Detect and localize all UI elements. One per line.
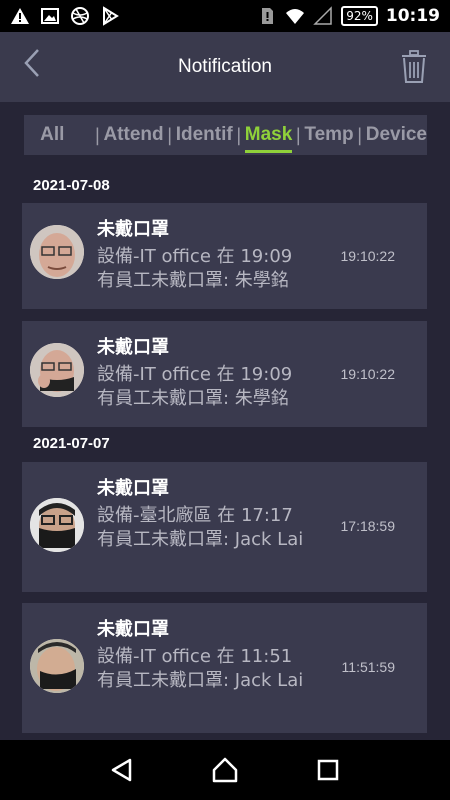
notification-line: 設備-IT office 在 19:09 <box>97 246 293 267</box>
tab-separator: | <box>356 124 363 146</box>
avatar <box>30 498 84 552</box>
play-store-icon <box>103 6 119 26</box>
notification-line: 設備-臺北廠區 在 17:17 <box>97 505 293 526</box>
clock: 10:19 <box>385 6 440 26</box>
notification-line: 有員工未戴口罩: 朱學銘 <box>97 270 289 291</box>
notification-card[interactable]: 未戴口罩 設備-IT office 在 11:51 有員工未戴口罩: Jack … <box>22 603 427 733</box>
back-arrow-icon[interactable] <box>18 46 48 80</box>
notification-card[interactable]: 未戴口罩 設備-IT office 在 19:09 有員工未戴口罩: 朱學銘 1… <box>22 321 427 427</box>
tab-identif[interactable]: Identif <box>176 115 233 155</box>
date-header: 2021-07-08 <box>33 177 110 194</box>
notification-body: 設備-IT office 在 19:09 有員工未戴口罩: 朱學銘 <box>97 245 322 293</box>
notification-line: 有員工未戴口罩: Jack Lai <box>97 670 304 691</box>
tab-mask[interactable]: Mask <box>244 115 292 155</box>
notification-title: 未戴口罩 <box>97 337 169 358</box>
page-title: Notification <box>178 56 272 77</box>
nav-recents-icon[interactable] <box>314 756 342 784</box>
notification-body: 設備-臺北廠區 在 17:17 有員工未戴口罩: Jack Lai <box>97 504 322 552</box>
notification-time: 11:51:59 <box>341 659 395 675</box>
notification-line: 有員工未戴口罩: Jack Lai <box>97 529 304 550</box>
sim-alert-icon <box>262 8 274 24</box>
avatar <box>30 343 84 397</box>
notification-body: 設備-IT office 在 11:51 有員工未戴口罩: Jack Lai <box>97 645 322 693</box>
notification-body: 設備-IT office 在 19:09 有員工未戴口罩: 朱學銘 <box>97 363 322 411</box>
tab-all[interactable]: All <box>40 115 64 155</box>
warning-icon <box>11 8 29 24</box>
notification-time: 17:18:59 <box>340 518 396 534</box>
notification-card[interactable]: 未戴口罩 設備-臺北廠區 在 17:17 有員工未戴口罩: Jack Lai 1… <box>22 462 427 592</box>
notification-line: 設備-IT office 在 19:09 <box>97 364 293 385</box>
tab-device[interactable]: Device <box>366 115 427 155</box>
notification-title: 未戴口罩 <box>97 478 169 499</box>
tab-temp[interactable]: Temp <box>304 115 353 155</box>
notification-title: 未戴口罩 <box>97 619 169 640</box>
avatar <box>30 639 84 693</box>
nav-back-icon[interactable] <box>108 756 136 784</box>
avatar <box>30 225 84 279</box>
tab-separator: | <box>94 124 101 146</box>
signal-icon <box>313 6 332 25</box>
app-header: Notification <box>0 32 450 102</box>
battery-indicator: 92% <box>341 6 378 26</box>
tab-separator: | <box>166 124 173 146</box>
notification-line: 有員工未戴口罩: 朱學銘 <box>97 388 289 409</box>
tab-attend[interactable]: Attend <box>103 115 163 155</box>
notification-time: 19:10:22 <box>340 248 396 264</box>
tab-separator: | <box>235 124 242 146</box>
nav-home-icon[interactable] <box>211 756 239 784</box>
notification-card[interactable]: 未戴口罩 設備-IT office 在 19:09 有員工未戴口罩: 朱學銘 1… <box>22 203 427 309</box>
image-icon <box>41 8 59 24</box>
ball-icon <box>71 7 89 25</box>
notification-line: 設備-IT office 在 11:51 <box>97 646 293 667</box>
date-header: 2021-07-07 <box>33 435 110 452</box>
trash-icon[interactable] <box>400 50 428 84</box>
wifi-icon <box>286 9 305 24</box>
status-bar: 92% 10:19 <box>0 0 450 32</box>
tab-separator: | <box>295 124 302 146</box>
notification-time: 19:10:22 <box>340 366 396 382</box>
system-nav-bar <box>0 740 450 800</box>
filter-tabs: All | Attend | Identif | Mask | Temp | D… <box>24 115 427 155</box>
notification-title: 未戴口罩 <box>97 219 169 240</box>
